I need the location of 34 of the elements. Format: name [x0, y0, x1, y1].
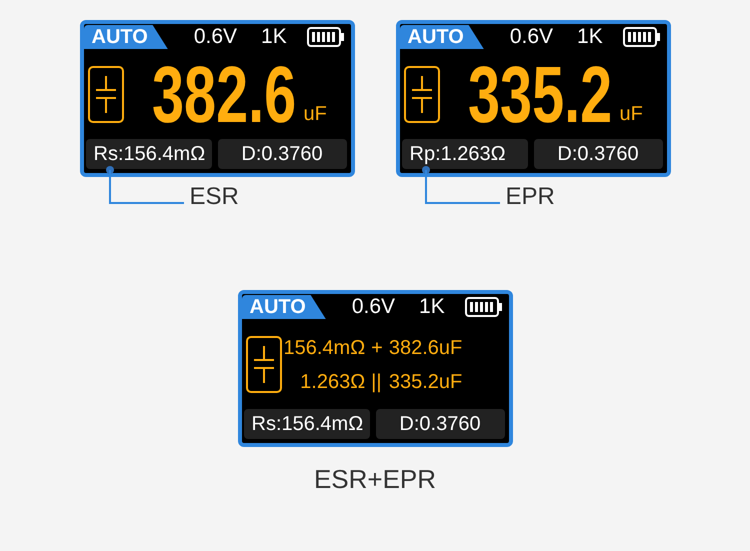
- resistance-reading: Rp:1.263Ω: [402, 139, 528, 169]
- capacitance-value: 382.6: [152, 54, 296, 134]
- frequency-reading: 1K: [577, 25, 603, 49]
- voltage-reading: 0.6V: [510, 25, 554, 49]
- unit-label: uF: [620, 103, 643, 126]
- circuit-symbol: ||: [371, 370, 383, 394]
- dissipation-reading: D:0.3760: [218, 139, 346, 169]
- frequency-reading: 1K: [261, 25, 287, 49]
- battery-icon: [306, 27, 344, 47]
- capacitor-icon: [88, 66, 124, 123]
- capacitance-value: 335.2uF: [388, 370, 462, 394]
- dissipation-reading: D:0.3760: [534, 139, 662, 169]
- circuit-symbol: +: [371, 336, 383, 360]
- resistance-reading: Rs:156.4mΩ: [244, 409, 370, 439]
- capacitance-value: 335.2: [468, 54, 612, 134]
- mode-badge: AUTO: [84, 25, 168, 49]
- voltage-reading: 0.6V: [352, 295, 396, 319]
- dissipation-reading: D:0.3760: [376, 409, 504, 439]
- mode-badge: AUTO: [400, 25, 484, 49]
- caption: ESR: [190, 183, 239, 211]
- battery-icon: [622, 27, 660, 47]
- resistance-reading: Rs:156.4mΩ: [86, 139, 212, 169]
- capacitor-icon: [404, 66, 440, 123]
- voltage-reading: 0.6V: [194, 25, 238, 49]
- resistance-value: 156.4mΩ: [284, 336, 366, 360]
- caption: EPR: [506, 183, 555, 211]
- capacitance-value: 382.6uF: [388, 336, 462, 360]
- battery-icon: [464, 297, 502, 317]
- capacitor-icon: [246, 336, 282, 393]
- unit-label: uF: [304, 103, 327, 126]
- resistance-value: 1.263Ω: [299, 370, 366, 394]
- frequency-reading: 1K: [419, 295, 445, 319]
- caption: ESR+EPR: [314, 464, 436, 494]
- mode-badge: AUTO: [242, 295, 326, 319]
